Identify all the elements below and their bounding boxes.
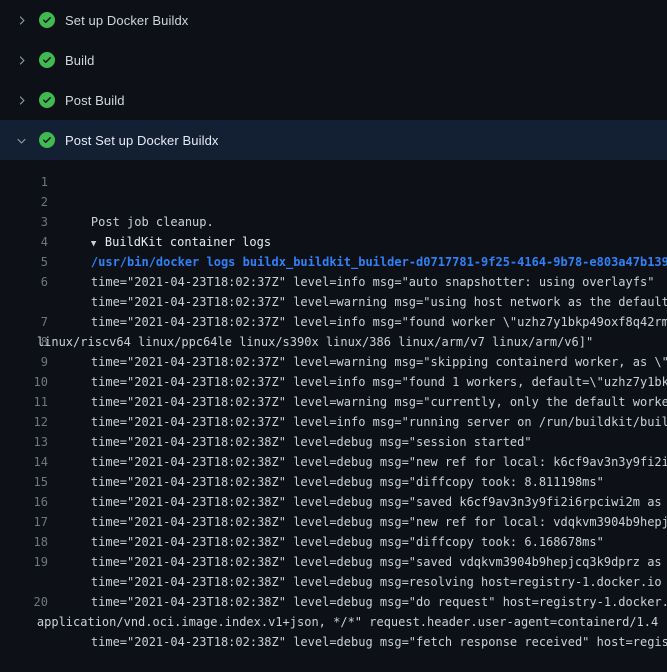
line-number[interactable]: 17 xyxy=(8,512,48,532)
chevron-icon[interactable] xyxy=(14,53,28,67)
log-line: 2 ▼BuildKit container logs xyxy=(8,192,659,212)
log-line: 19 time="2021-04-23T18:02:38Z" level=deb… xyxy=(8,552,659,572)
log-line: 12 time="2021-04-23T18:02:38Z" level=deb… xyxy=(8,412,659,432)
step-row-1[interactable]: Build xyxy=(0,40,667,80)
line-number[interactable]: 14 xyxy=(8,452,48,472)
line-number[interactable]: 9 xyxy=(8,352,48,372)
log-line: 17 time="2021-04-23T18:02:38Z" level=deb… xyxy=(8,512,659,532)
step-row-3[interactable]: Post Set up Docker Buildx xyxy=(0,120,667,160)
actions-log-viewer: Set up Docker Buildx Build P xyxy=(0,0,667,612)
log-line: 15 time="2021-04-23T18:02:38Z" level=deb… xyxy=(8,472,659,492)
line-number[interactable]: 18 xyxy=(8,532,48,552)
log-line: 3 /usr/bin/docker logs buildx_buildkit_b… xyxy=(8,212,659,232)
line-number[interactable]: 12 xyxy=(8,412,48,432)
log-line: 9 time="2021-04-23T18:02:37Z" level=warn… xyxy=(8,352,659,372)
log-line: 6 time="2021-04-23T18:02:37Z" level=info… xyxy=(8,272,659,292)
line-number[interactable]: 20 xyxy=(8,592,48,612)
check-circle-icon xyxy=(39,52,55,68)
step-label: Post Build xyxy=(65,93,125,108)
log-panel: 1 Post job cleanup. 2 ▼BuildKit containe… xyxy=(0,160,667,612)
log-line: 4 time="2021-04-23T18:02:37Z" level=info… xyxy=(8,232,659,252)
line-number[interactable]: 6 xyxy=(8,272,48,292)
log-line: linux/riscv64 linux/ppc64le linux/s390x … xyxy=(8,292,659,312)
log-line: 8 time="2021-04-23T18:02:37Z" level=info… xyxy=(8,332,659,352)
line-number[interactable]: 7 xyxy=(8,312,48,332)
line-number[interactable]: 8 xyxy=(8,332,48,352)
chevron-icon[interactable] xyxy=(14,13,28,27)
step-label: Post Set up Docker Buildx xyxy=(65,133,219,148)
log-line: 16 time="2021-04-23T18:02:38Z" level=deb… xyxy=(8,492,659,512)
line-number[interactable]: 13 xyxy=(8,432,48,452)
log-line: 1 Post job cleanup. xyxy=(8,172,659,192)
line-number[interactable]: 16 xyxy=(8,492,48,512)
log-line: 18 time="2021-04-23T18:02:38Z" level=deb… xyxy=(8,532,659,552)
step-row-2[interactable]: Post Build xyxy=(0,80,667,120)
log-line: 10 time="2021-04-23T18:02:37Z" level=inf… xyxy=(8,372,659,392)
log-line: 11 time="2021-04-23T18:02:38Z" level=deb… xyxy=(8,392,659,412)
line-number[interactable]: 15 xyxy=(8,472,48,492)
line-number[interactable]: 10 xyxy=(8,372,48,392)
step-label: Set up Docker Buildx xyxy=(65,13,188,28)
line-number[interactable]: 11 xyxy=(8,392,48,412)
line-text: time="2021-04-23T18:02:38Z" level=debug … xyxy=(91,635,667,649)
line-number[interactable]: 5 xyxy=(8,252,48,272)
check-circle-icon xyxy=(39,92,55,108)
log-line: 20 time="2021-04-23T18:02:38Z" level=deb… xyxy=(8,592,659,612)
log-line: 7 time="2021-04-23T18:02:37Z" level=warn… xyxy=(8,312,659,332)
line-number[interactable]: 1 xyxy=(8,172,48,192)
check-circle-icon xyxy=(39,132,55,148)
log-line: 13 time="2021-04-23T18:02:38Z" level=deb… xyxy=(8,432,659,452)
step-row-0[interactable]: Set up Docker Buildx xyxy=(0,0,667,40)
log-line: application/vnd.oci.image.index.v1+json,… xyxy=(8,572,659,592)
chevron-icon[interactable] xyxy=(14,93,28,107)
line-number[interactable]: 2 xyxy=(8,192,48,212)
step-label: Build xyxy=(65,53,94,68)
chevron-icon[interactable] xyxy=(14,133,28,147)
steps-list: Set up Docker Buildx Build P xyxy=(0,0,667,160)
check-circle-icon xyxy=(39,12,55,28)
line-number[interactable]: 3 xyxy=(8,212,48,232)
line-number[interactable]: 4 xyxy=(8,232,48,252)
line-text: application/vnd.oci.image.index.v1+json,… xyxy=(37,615,658,629)
log-line: 14 time="2021-04-23T18:02:38Z" level=deb… xyxy=(8,452,659,472)
log-line: 5 time="2021-04-23T18:02:37Z" level=warn… xyxy=(8,252,659,272)
line-number[interactable]: 19 xyxy=(8,552,48,572)
